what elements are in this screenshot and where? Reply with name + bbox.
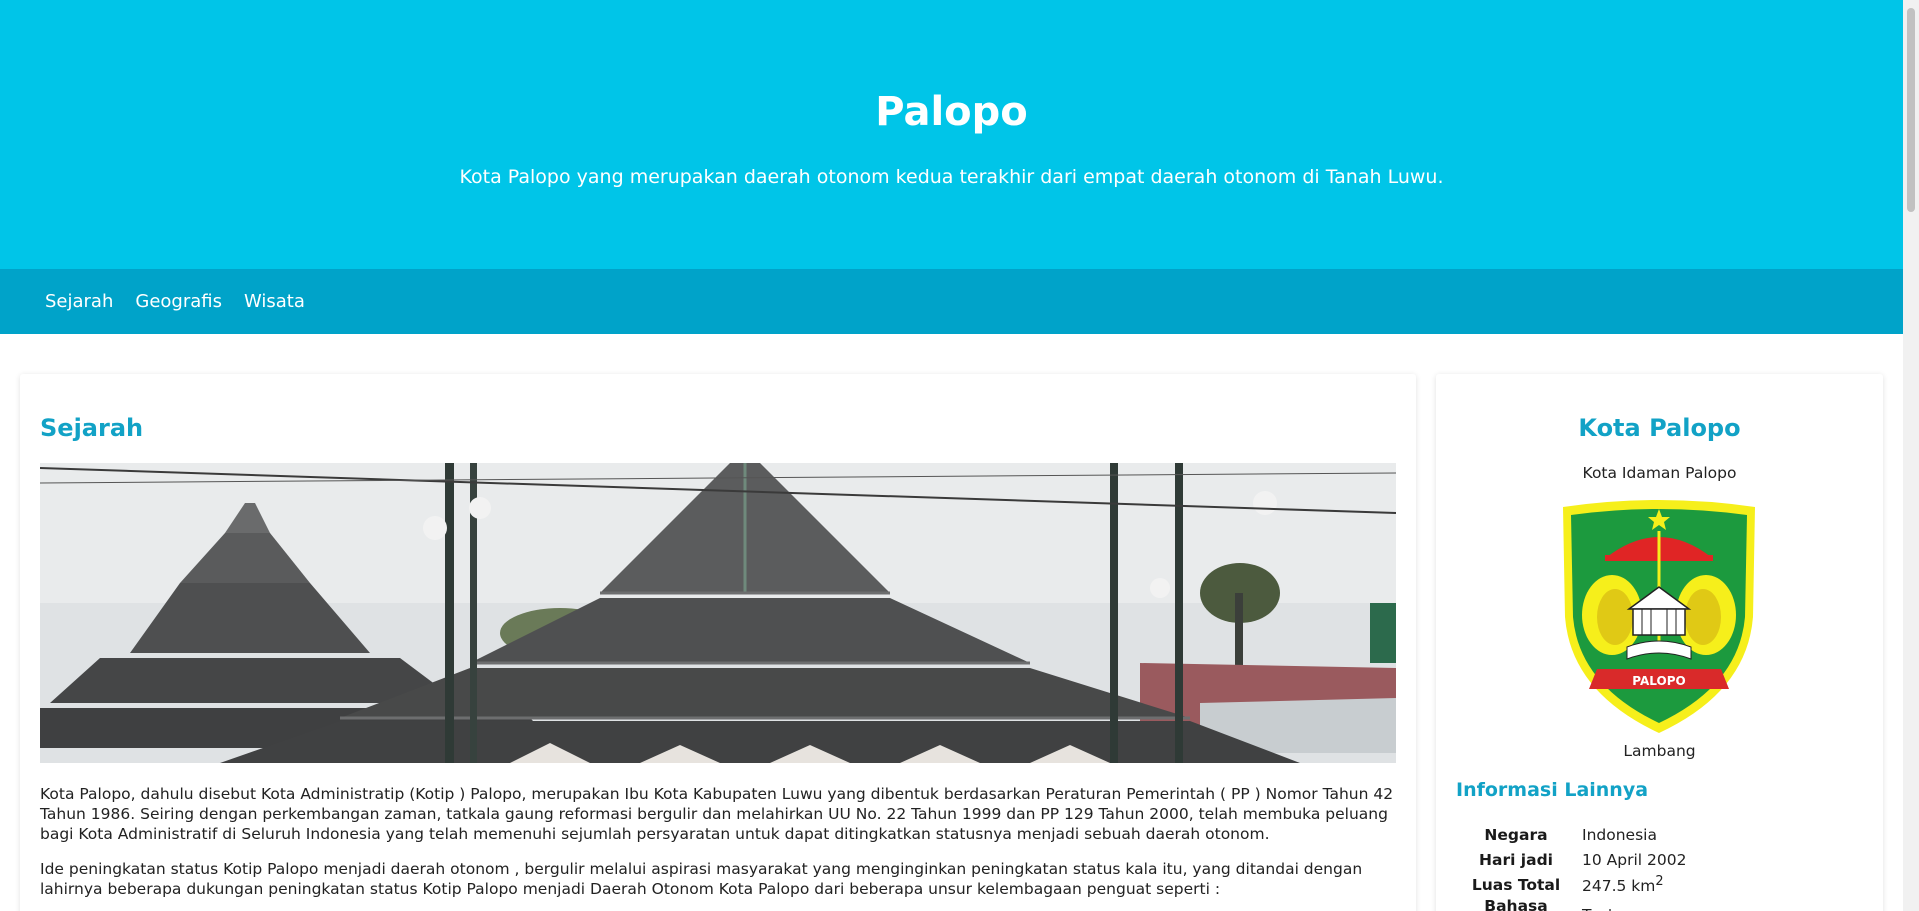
area-unit-exponent: 2 [1655,873,1664,889]
info-title: Informasi Lainnya [1456,779,1649,801]
info-value: Tae' [1576,897,1692,911]
info-value: 10 April 2002 [1582,850,1687,869]
history-paragraph-1: Kota Palopo, dahulu disebut Kota Adminis… [40,785,1394,843]
info-row: Bahasa Daerah Tae' [1456,897,1692,911]
nav-link-geografis[interactable]: Geografis [124,285,233,318]
page: Palopo Kota Palopo yang merupakan daerah… [0,0,1919,911]
site-header: Palopo Kota Palopo yang merupakan daerah… [0,0,1903,269]
site-subtitle: Kota Palopo yang merupakan daerah otonom… [459,166,1444,188]
scrollbar-thumb[interactable] [1907,8,1915,212]
section-title: Sejarah [40,414,144,442]
history-paragraph-2: Ide peningkatan status Kotip Palopo menj… [40,860,1363,898]
mosque-photo [40,463,1396,763]
info-key: Negara [1484,825,1548,844]
info-row: Luas Total 247.5 km2 [1456,872,1692,897]
nav-link-sejarah[interactable]: Sejarah [34,285,124,318]
site-title: Palopo [875,89,1028,135]
emblem-shield-icon: PALOPO [1563,500,1755,733]
mosque-photo-illustration [40,463,1396,763]
info-value-area: 247.5 km2 [1576,872,1692,897]
city-emblem: PALOPO [1557,497,1761,735]
emblem-caption: Lambang [1623,742,1696,760]
city-motto: Kota Idaman Palopo [1582,464,1737,482]
info-key: Bahasa Daerah [1484,897,1548,911]
info-table: Negara Indonesia Hari jadi 10 April 2002… [1456,822,1692,911]
main-nav: Sejarah Geografis Wisata [0,269,1903,334]
area-value: 247.5 km [1582,877,1656,896]
info-row: Hari jadi 10 April 2002 [1456,847,1692,872]
city-info-card: Kota Palopo Kota Idaman Palopo PALOPO La… [1436,374,1883,911]
emblem-ribbon-text: PALOPO [1632,674,1685,688]
nav-link-wisata[interactable]: Wisata [233,285,316,318]
info-key: Hari jadi [1479,850,1553,869]
city-title: Kota Palopo [1578,414,1741,442]
info-key: Luas Total [1471,875,1561,894]
page-scrollbar[interactable] [1903,0,1919,911]
info-value: Indonesia [1582,825,1657,844]
history-card: Sejarah Kota Palopo, dahulu disebut Kota… [20,374,1416,911]
info-row: Negara Indonesia [1456,822,1692,847]
